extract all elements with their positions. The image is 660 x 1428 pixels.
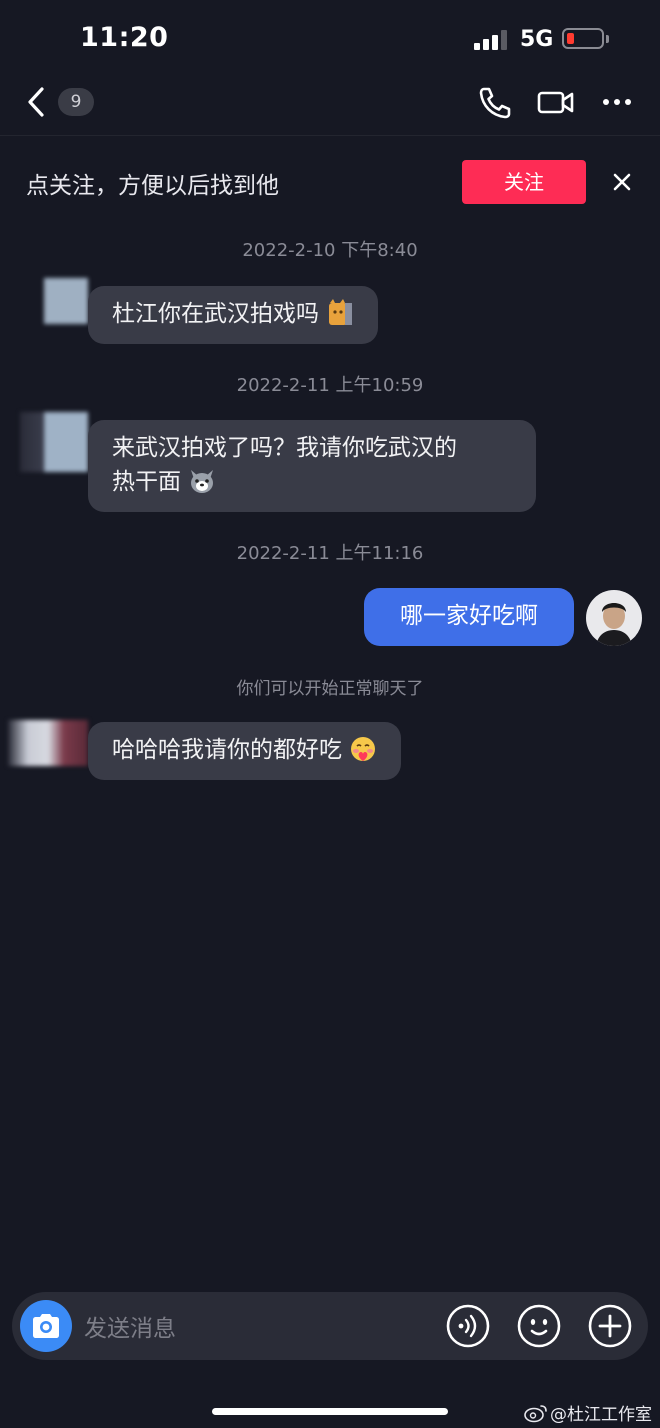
timestamp: 2022-2-11 上午10:59 bbox=[236, 375, 424, 396]
cat-emoji-icon bbox=[329, 299, 353, 325]
message-input[interactable]: 发送消息 bbox=[84, 1309, 176, 1343]
incoming-message[interactable]: 来武汉拍戏了吗？我请你吃武汉的 热干面 bbox=[88, 420, 536, 512]
message-text-line: 热干面 bbox=[112, 469, 181, 495]
add-icon[interactable] bbox=[588, 1304, 632, 1348]
network-label: 5G bbox=[520, 27, 554, 52]
close-icon[interactable] bbox=[608, 168, 636, 196]
message-text: 哪一家好吃啊 bbox=[400, 603, 538, 629]
more-options-icon[interactable] bbox=[598, 84, 638, 120]
camera-button[interactable] bbox=[20, 1300, 72, 1352]
follow-button[interactable]: 关注 bbox=[462, 160, 586, 204]
emoji-icon[interactable] bbox=[517, 1304, 561, 1348]
avatar[interactable] bbox=[20, 412, 88, 472]
battery-tip bbox=[606, 35, 609, 43]
unread-badge[interactable]: 9 bbox=[58, 88, 94, 116]
avatar[interactable] bbox=[8, 720, 88, 766]
battery-icon bbox=[562, 28, 604, 49]
husky-emoji-icon bbox=[191, 470, 214, 493]
chat-header: 9 bbox=[0, 70, 660, 136]
incoming-message[interactable]: 杜江你在武汉拍戏吗 bbox=[88, 286, 379, 344]
voice-message-icon[interactable] bbox=[446, 1304, 490, 1348]
timestamp: 2022-2-10 下午8:40 bbox=[242, 240, 418, 261]
weibo-logo-icon bbox=[524, 1405, 547, 1423]
avatar[interactable] bbox=[586, 590, 642, 646]
back-icon[interactable] bbox=[20, 84, 56, 120]
avatar[interactable] bbox=[44, 278, 88, 324]
message-input-bar: 发送消息 bbox=[12, 1292, 648, 1360]
follow-prompt: 点关注，方便以后找到他 bbox=[26, 173, 279, 199]
status-time: 11:20 bbox=[80, 22, 169, 53]
chat-screen: 11:20 5G 9 点关注，方便以后找到他 关注 2022-2-10 下午8:… bbox=[0, 0, 660, 1428]
message-text-line: 来武汉拍戏了吗？我请你吃武汉的 bbox=[112, 435, 457, 461]
timestamp: 2022-2-11 上午11:16 bbox=[236, 543, 424, 564]
camera-icon bbox=[33, 1314, 59, 1338]
message-text: 杜江你在武汉拍戏吗 bbox=[112, 301, 319, 327]
watermark: @杜江工作室 bbox=[550, 1405, 652, 1425]
incoming-message[interactable]: 哈哈哈我请你的都好吃 bbox=[88, 722, 402, 780]
outgoing-message[interactable]: 哪一家好吃啊 bbox=[364, 588, 574, 646]
system-notice: 你们可以开始正常聊天了 bbox=[236, 679, 424, 699]
signal-icon bbox=[474, 30, 508, 50]
message-text: 哈哈哈我请你的都好吃 bbox=[112, 737, 342, 763]
heart-face-emoji-icon bbox=[351, 737, 376, 761]
phone-icon[interactable] bbox=[474, 84, 514, 120]
video-call-icon[interactable] bbox=[536, 84, 576, 120]
home-indicator bbox=[212, 1408, 448, 1415]
